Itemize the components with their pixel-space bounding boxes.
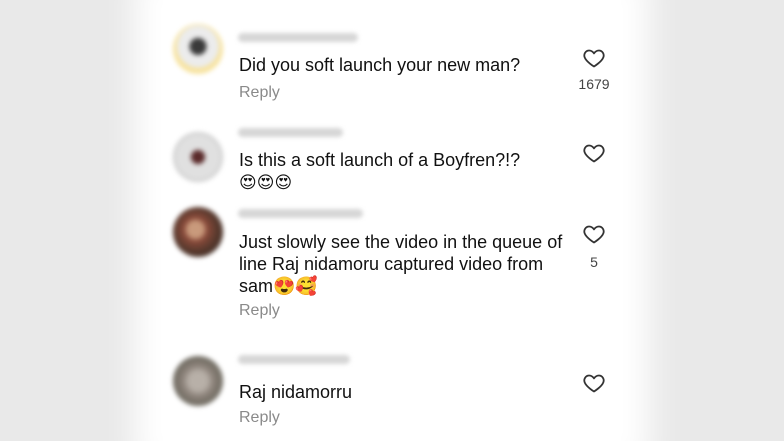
reply-button[interactable]: Reply (239, 84, 280, 102)
username-blurred[interactable] (238, 33, 358, 42)
comment-text: Just slowly see the video in the queue o… (239, 232, 563, 296)
heart-outline-icon[interactable] (582, 46, 606, 70)
heart-outline-icon[interactable] (582, 371, 606, 395)
username-blurred[interactable] (238, 209, 363, 218)
reply-button[interactable]: Reply (239, 302, 280, 320)
comment-text: Is this a soft launch of a Boyfren?!? (239, 150, 521, 170)
avatar[interactable] (173, 24, 223, 74)
avatar[interactable] (173, 356, 223, 406)
like-count: 1679 (578, 76, 610, 92)
like-count: 5 (590, 254, 598, 270)
heart-outline-icon[interactable] (582, 141, 606, 165)
avatar[interactable] (173, 132, 223, 182)
emoji-line: 😍😍😍 (239, 173, 293, 193)
reply-button[interactable]: Reply (239, 409, 280, 427)
comment-text: Raj nidamorru (239, 382, 353, 402)
username-blurred[interactable] (238, 355, 350, 364)
comment-text: Did you soft launch your new man? (239, 55, 521, 75)
comments-panel: Did you soft launch your new man? Reply … (163, 0, 621, 441)
avatar[interactable] (173, 207, 223, 257)
heart-outline-icon[interactable] (582, 222, 606, 246)
username-blurred[interactable] (238, 128, 343, 137)
